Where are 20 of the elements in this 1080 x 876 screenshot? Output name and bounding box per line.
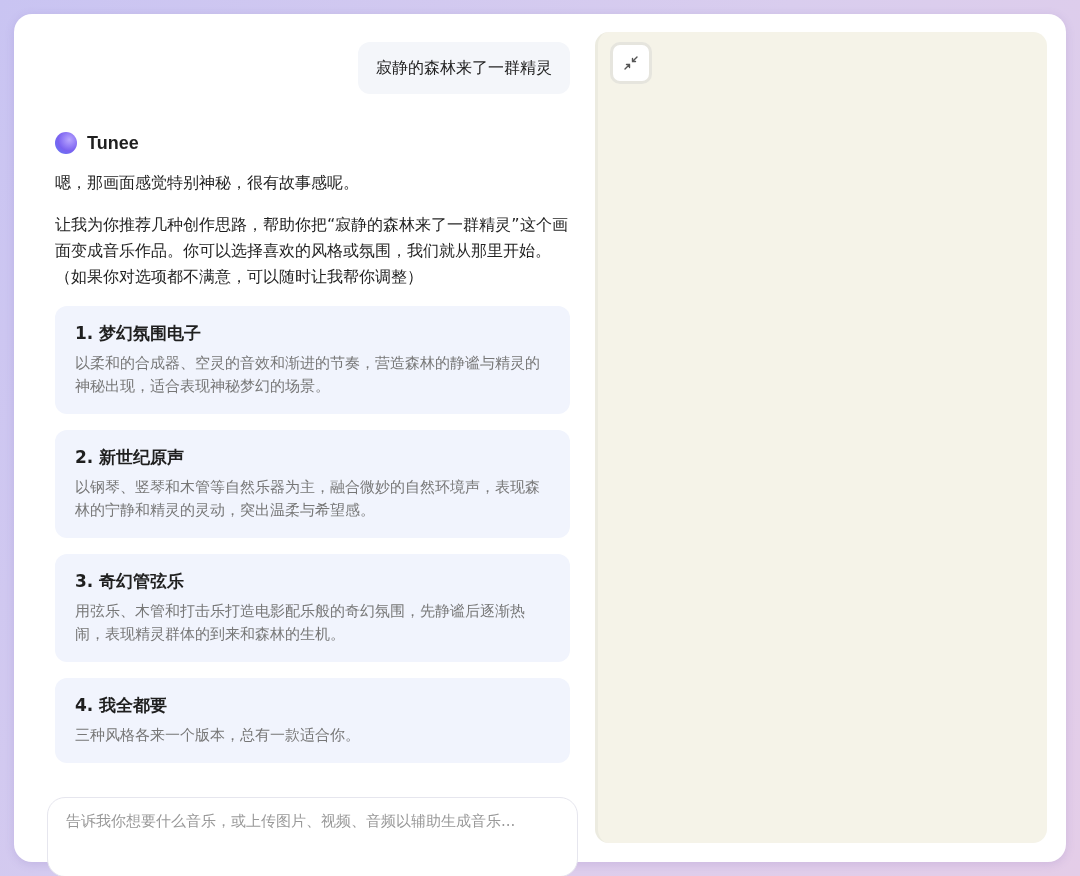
option-card[interactable]: 4. 我全都要 三种风格各来一个版本，总有一款适合你。: [55, 678, 570, 763]
option-description: 用弦乐、木管和打击乐打造电影配乐般的奇幻氛围，先静谧后逐渐热闹，表现精灵群体的到来和森林的生机。: [75, 601, 526, 645]
option-title: 2. 新世纪原声: [75, 446, 186, 469]
option-description: 三种风格各来一个版本，总有一款适合你。: [75, 725, 361, 746]
option-card[interactable]: 2. 新世纪原声 以钢琴、竖琴和木管等自然乐器为主，融合微妙的自然环境声，表现森林的宁静和精灵的灵动，突出温柔与希望感。: [55, 430, 570, 538]
option-card[interactable]: 3. 奇幻管弦乐 用弦乐、木管和打击乐打造电影配乐般的奇幻氛围，先静谧后逐渐热闹，表现精灵群体的到来和森林的生机。: [55, 554, 570, 662]
collapse-button[interactable]: [610, 42, 652, 84]
option-title: 3. 奇幻管弦乐: [75, 570, 186, 593]
message-paragraph: 嗯，那画面感觉特别神秘，很有故事感呢。: [55, 172, 360, 194]
option-title: 4. 我全都要: [75, 694, 169, 717]
collapse-arrows-icon: [623, 55, 639, 71]
option-title: 1. 梦幻氛围电子: [75, 322, 203, 345]
option-description: 以柔和的合成器、空灵的音效和渐进的节奏，营造森林的静谧与精灵的神秘出现，适合表现神秘梦幻的场景。: [75, 353, 541, 397]
assistant-name: Tunee: [87, 132, 139, 154]
message-paragraph: 让我为你推荐几种创作思路，帮助你把“寂静的森林来了一群精灵”这个画面变成音乐作品。你可以选择喜欢的风格或氛围，我们就从那里开始。（如果你对选项都不满意，可以随时让我帮你调整）: [55, 214, 569, 288]
option-description: 以钢琴、竖琴和木管等自然乐器为主，融合微妙的自然环境声，表现森林的宁静和精灵的灵动，突出温柔与希望感。: [75, 477, 541, 521]
message-input-field[interactable]: 告诉我你想要什么音乐，或上传图片、视频、音频以辅助生成音乐...: [47, 797, 578, 876]
assistant-avatar-icon: [55, 132, 77, 154]
user-message-bubble: 寂静的森林来了一群精灵: [358, 42, 570, 94]
option-card[interactable]: 1. 梦幻氛围电子 以柔和的合成器、空灵的音效和渐进的节奏，营造森林的静谧与精灵的神秘出现，适合表现神秘梦幻的场景。: [55, 306, 570, 414]
